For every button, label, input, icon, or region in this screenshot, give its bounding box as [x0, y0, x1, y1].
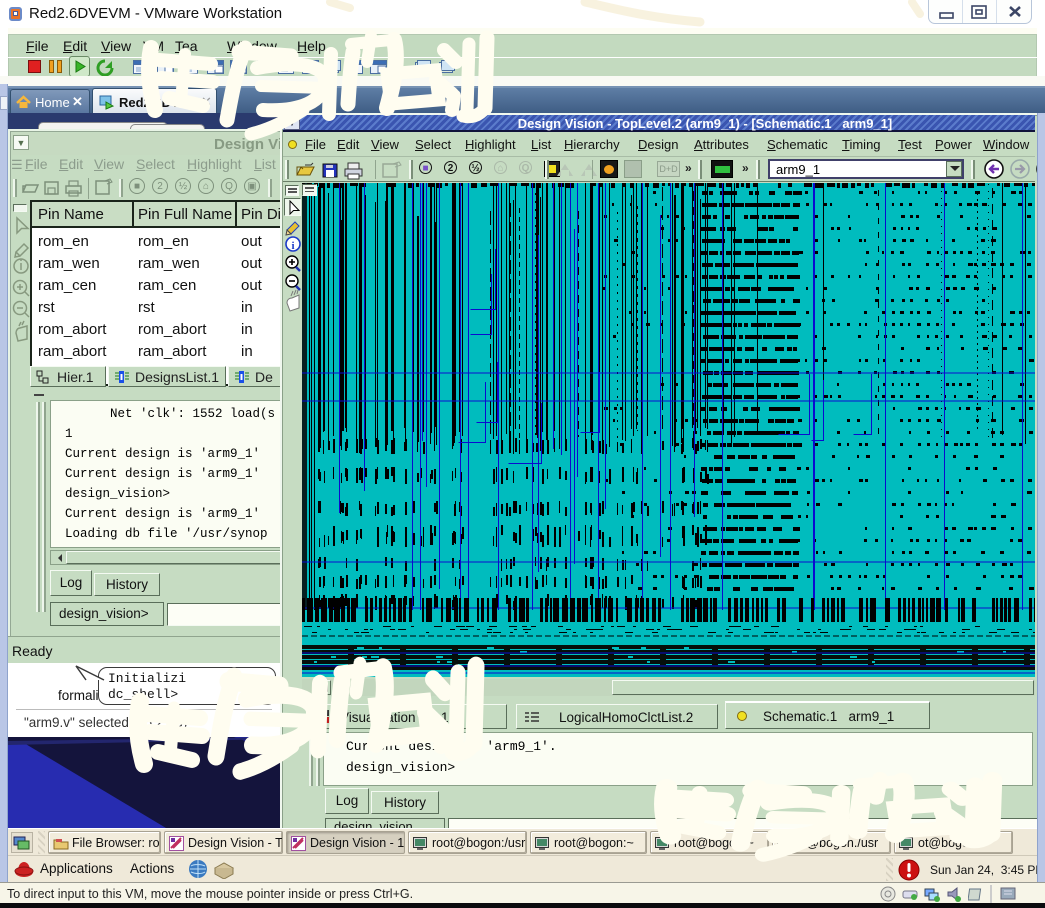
svg-text:i: i: [291, 240, 294, 252]
